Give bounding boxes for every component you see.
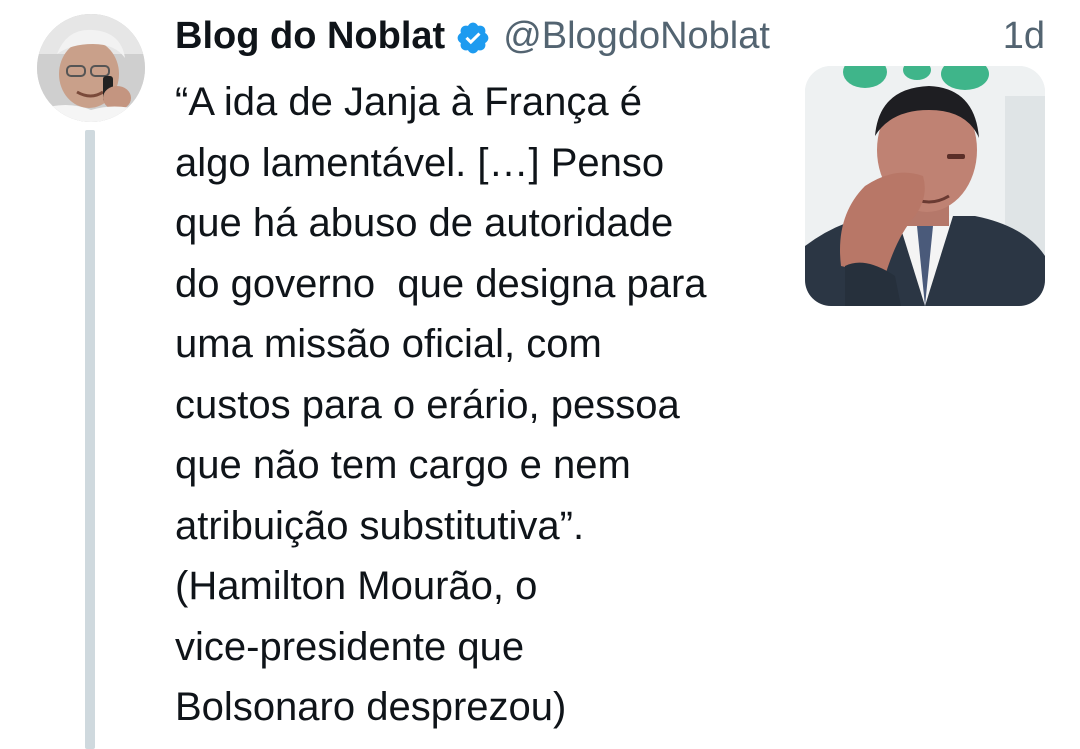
tweet-timestamp[interactable]: 1d xyxy=(1003,10,1045,62)
tweet-text-line: uma missão oficial, com xyxy=(175,322,602,366)
avatar-image xyxy=(37,14,145,122)
tweet-header: Blog do Noblat @BlogdoNoblat 1d xyxy=(175,10,1045,62)
tweet-text-line: Bolsonaro desprezou) xyxy=(175,685,567,729)
tweet-text-line: algo lamentável. […] Penso xyxy=(175,140,665,185)
tweet-media-image[interactable] xyxy=(805,66,1045,306)
tweet-text-line: que não tem cargo e nem xyxy=(175,443,631,487)
thread-line xyxy=(85,130,95,749)
author-display-name[interactable]: Blog do Noblat xyxy=(175,10,445,62)
author-handle[interactable]: @BlogdoNoblat xyxy=(503,10,770,62)
media-photo xyxy=(805,66,1045,306)
tweet-text: “A ida de Janja à França é algo lamentáv… xyxy=(175,72,795,738)
verified-badge-icon xyxy=(455,18,491,54)
tweet[interactable]: Blog do Noblat @BlogdoNoblat 1d “A ida d… xyxy=(0,0,1080,749)
tweet-text-line: (Hamilton Mourão, o xyxy=(175,564,538,608)
author-avatar[interactable] xyxy=(37,14,145,122)
tweet-text-line: custos para o erário, pessoa xyxy=(175,382,680,427)
tweet-text-line: que há abuso de autoridade xyxy=(175,201,674,245)
tweet-text-line: do governo que designa para xyxy=(175,261,707,306)
tweet-text-line: atribuição substitutiva”. xyxy=(175,503,585,548)
tweet-text-line: vice-presidente que xyxy=(175,624,525,669)
tweet-text-line: “A ida de Janja à França é xyxy=(175,80,642,124)
